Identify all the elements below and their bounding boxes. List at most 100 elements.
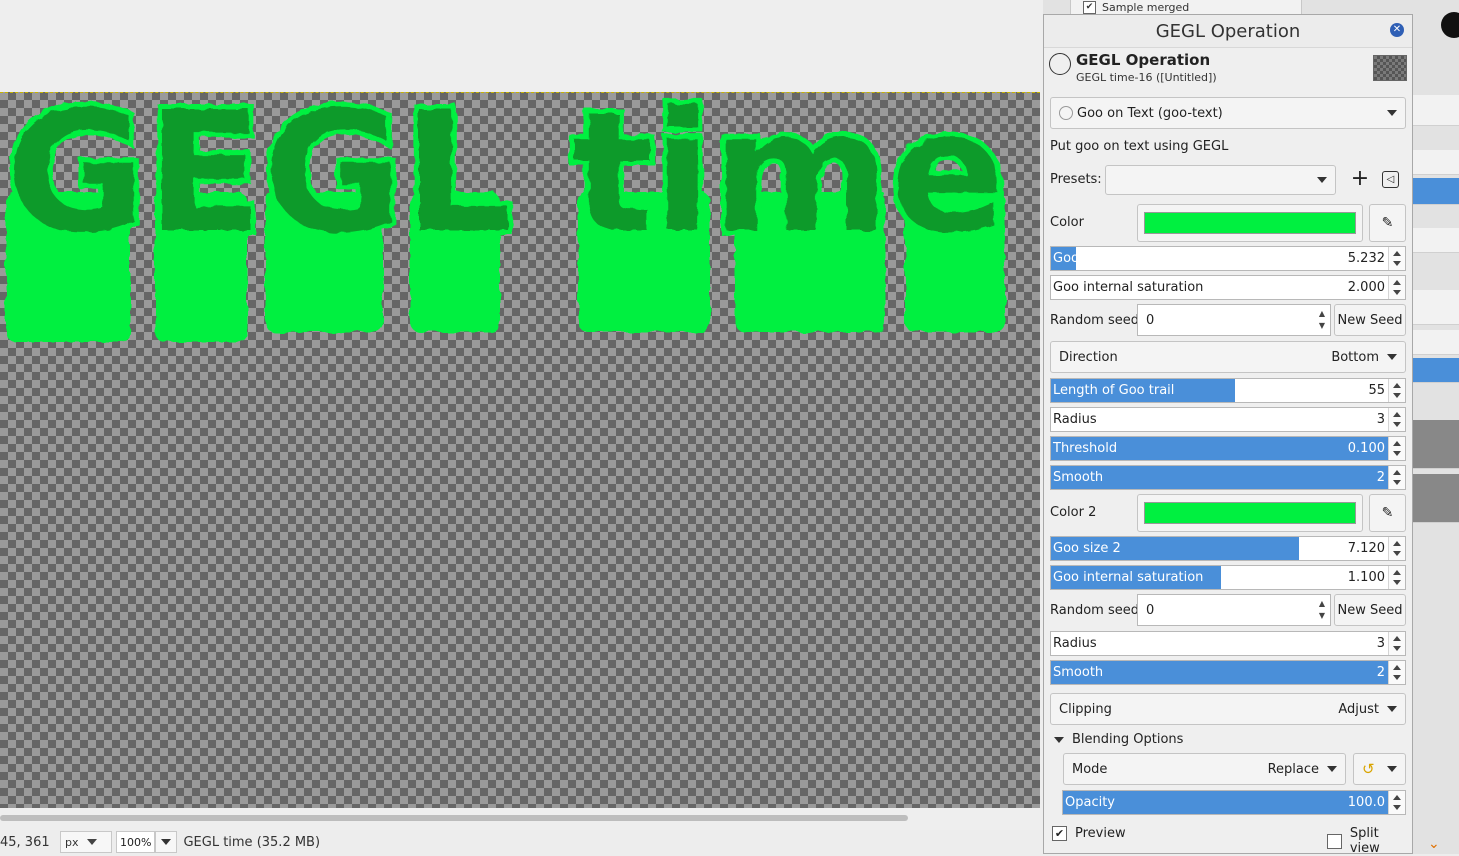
spinner-arrows[interactable] <box>1388 566 1405 589</box>
chevron-down-icon <box>1387 110 1397 116</box>
preview-checkbox[interactable]: ✔ <box>1052 826 1067 841</box>
zoom-input[interactable]: 100% <box>116 831 156 853</box>
layer-thumb <box>1413 420 1459 469</box>
spinner-arrows[interactable] <box>1388 632 1405 655</box>
chevron-down-icon <box>1387 706 1397 712</box>
status-bar: 45, 361 px 100% GEGL time (35.2 MB) <box>0 830 1043 854</box>
clipping-select[interactable]: Clipping Adjust <box>1050 693 1406 725</box>
threshold-spinner[interactable]: Threshold 0.100 <box>1050 436 1406 461</box>
spinner-arrows[interactable] <box>1388 437 1405 460</box>
random-seed-label: Random seed <box>1050 313 1139 328</box>
goo-saturation-spinner[interactable]: Goo internal saturation 2.000 <box>1050 275 1406 300</box>
goo-trail-label: Length of Goo trail <box>1053 383 1175 398</box>
preview-toggle[interactable]: ✔ Preview <box>1052 826 1126 841</box>
color-label: Color <box>1050 215 1084 230</box>
sample-merged-checkbox[interactable]: ✔ <box>1083 0 1096 14</box>
blending-options-expander[interactable]: Blending Options <box>1054 732 1183 747</box>
zoom-value: 100% <box>120 835 152 849</box>
chevron-down-icon <box>1327 766 1337 772</box>
color2-picker-button[interactable]: ✎ <box>1369 494 1406 532</box>
radius-value: 3 <box>1376 412 1385 427</box>
tool-options-fragment: ✔ Sample merged <box>1070 0 1302 15</box>
radius2-spinner[interactable]: Radius 3 <box>1050 631 1406 656</box>
gegl-operation-dialog: GEGL Operation ✕ GEGL Operation GEGL tim… <box>1043 14 1413 856</box>
random-seed2-input[interactable]: 0 ▲ ▼ <box>1137 594 1331 626</box>
chevron-down-icon <box>1317 177 1327 183</box>
add-preset-button[interactable]: + <box>1349 165 1371 195</box>
goo-size2-label: Goo size 2 <box>1053 541 1121 556</box>
chevron-down-icon <box>1387 354 1397 360</box>
presets-select[interactable] <box>1105 165 1336 195</box>
unit-select[interactable]: px <box>60 831 112 853</box>
goo-size-spinner[interactable]: Goo size 5.232 <box>1050 246 1406 271</box>
color2-swatch <box>1144 502 1356 524</box>
spinner-arrows[interactable]: ▲ ▼ <box>1314 308 1330 332</box>
spinner-arrows[interactable] <box>1388 247 1405 270</box>
expander-triangle-icon <box>1054 736 1064 743</box>
split-view-label: Split view <box>1349 826 1380 856</box>
spinner-arrows[interactable] <box>1388 276 1405 299</box>
smooth-value: 2 <box>1376 470 1385 485</box>
operation-value: Goo on Text (goo-text) <box>1077 105 1223 121</box>
operation-title: GEGL Operation <box>1076 51 1211 69</box>
goo-saturation2-spinner[interactable]: Goo internal saturation 1.100 <box>1050 565 1406 590</box>
color2-button[interactable] <box>1137 494 1363 532</box>
split-view-checkbox[interactable] <box>1327 833 1342 849</box>
canvas-area[interactable]: GEGL time <box>0 0 1043 854</box>
random-seed2-value: 0 <box>1146 602 1155 618</box>
layer-thumb <box>1413 474 1459 523</box>
operation-select[interactable]: Goo on Text (goo-text) <box>1050 97 1406 129</box>
new-seed2-button[interactable]: New Seed <box>1334 594 1406 626</box>
new-seed-label: New Seed <box>1337 312 1403 328</box>
smooth2-label: Smooth <box>1053 665 1104 680</box>
clipping-value: Adjust <box>1338 701 1379 717</box>
mode-select[interactable]: Mode Replace <box>1063 753 1346 785</box>
smooth-label: Smooth <box>1053 470 1104 485</box>
color-picker-button[interactable]: ✎ <box>1369 204 1406 242</box>
pointer-coords: 45, 361 <box>0 834 50 850</box>
image-info: GEGL time (35.2 MB) <box>183 834 321 850</box>
dock-row-selected <box>1413 178 1459 205</box>
split-view-toggle[interactable]: Split view <box>1327 826 1412 856</box>
random-seed-input[interactable]: 0 ▲ ▼ <box>1137 304 1331 336</box>
composite-mode-select[interactable]: ↺ <box>1353 753 1406 785</box>
direction-select[interactable]: Direction Bottom <box>1050 341 1406 373</box>
spinner-arrows[interactable] <box>1388 408 1405 431</box>
dialog-titlebar[interactable]: GEGL Operation ✕ <box>1044 15 1412 48</box>
zoom-dropdown[interactable] <box>155 831 178 853</box>
presets-menu-button[interactable]: ◁ <box>1382 171 1399 188</box>
dock-row <box>1413 290 1459 325</box>
spinner-arrows[interactable] <box>1388 791 1405 814</box>
close-icon[interactable]: ✕ <box>1390 23 1404 37</box>
spinner-arrows[interactable]: ▲ ▼ <box>1314 598 1330 622</box>
smooth-spinner[interactable]: Smooth 2 <box>1050 465 1406 490</box>
smooth2-spinner[interactable]: Smooth 2 <box>1050 660 1406 685</box>
goo-saturation2-value: 1.100 <box>1347 570 1385 585</box>
spinner-arrows[interactable] <box>1388 466 1405 489</box>
dock-scroll-down-icon[interactable]: ⌄ <box>1428 836 1440 852</box>
opacity-label: Opacity <box>1065 795 1116 810</box>
dock-row <box>1413 228 1459 253</box>
goo-saturation-value: 2.000 <box>1347 280 1385 295</box>
goo-size2-spinner[interactable]: Goo size 2 7.120 <box>1050 536 1406 561</box>
new-seed-button[interactable]: New Seed <box>1334 304 1406 336</box>
horizontal-scrollbar[interactable] <box>0 815 908 821</box>
smooth2-fill <box>1051 661 1405 684</box>
layer-thumbnail <box>1373 55 1407 81</box>
goo-trail-spinner[interactable]: Length of Goo trail 55 <box>1050 378 1406 403</box>
direction-label: Direction <box>1059 349 1118 365</box>
spinner-arrows[interactable] <box>1388 661 1405 684</box>
chevron-down-icon <box>86 839 97 845</box>
goo-size2-value: 7.120 <box>1347 541 1385 556</box>
operation-header: GEGL Operation GEGL time-16 ([Untitled]) <box>1044 48 1412 92</box>
spinner-arrows[interactable] <box>1388 379 1405 402</box>
reset-icon: ↺ <box>1362 760 1375 778</box>
color-button[interactable] <box>1137 204 1363 242</box>
gegl-small-icon <box>1059 106 1073 120</box>
opacity-spinner[interactable]: Opacity 100.0 <box>1062 790 1406 815</box>
radius-spinner[interactable]: Radius 3 <box>1050 407 1406 432</box>
dock-row <box>1413 330 1459 355</box>
spinner-arrows[interactable] <box>1388 537 1405 560</box>
goo-text: GEGL time <box>6 92 1006 270</box>
dialog-title: GEGL Operation <box>1155 20 1301 42</box>
